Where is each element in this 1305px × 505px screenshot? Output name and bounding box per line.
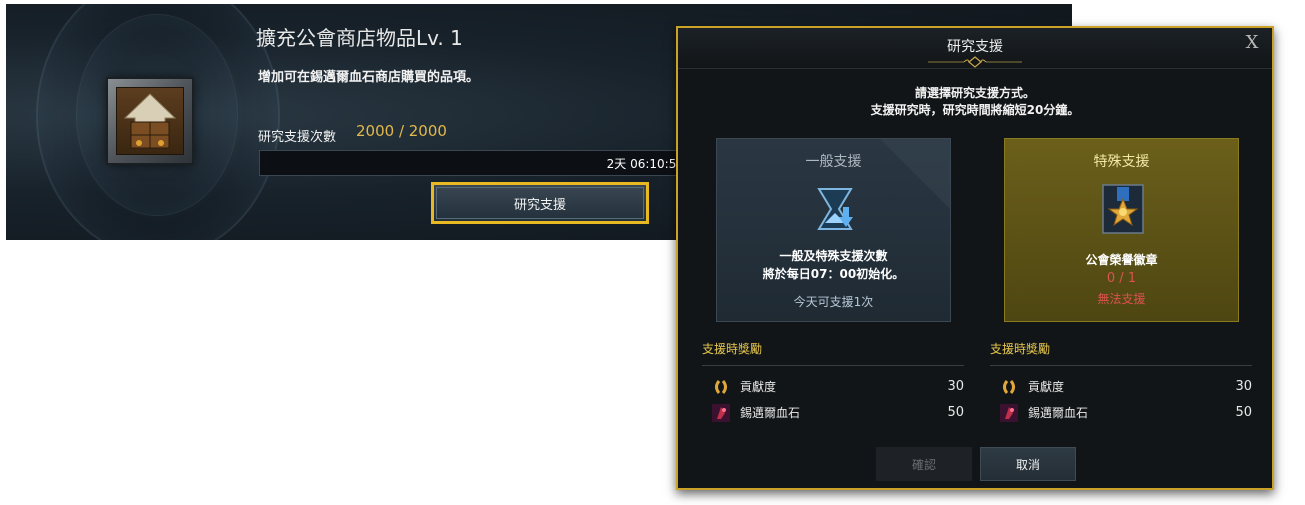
- cancel-button[interactable]: 取消: [980, 447, 1076, 481]
- special-support-item-name: 公會榮譽徽章: [1085, 253, 1158, 267]
- contribution-icon: [715, 380, 727, 394]
- normal-rewards: 支援時獎勵 貢獻度 30 錫邁爾血石 50: [702, 340, 964, 426]
- reward-row: 錫邁爾血石 50: [702, 400, 964, 426]
- special-support-item-count: 0 / 1: [1106, 271, 1137, 286]
- rewards-heading: 支援時獎勵: [990, 340, 1252, 366]
- reward-value: 50: [947, 405, 964, 420]
- reward-value: 30: [1235, 379, 1252, 394]
- header-divider: [678, 68, 1272, 69]
- reward-value: 30: [947, 379, 964, 394]
- support-count-label: 研究支援次數: [258, 130, 337, 145]
- reward-row: 貢獻度 30: [702, 374, 964, 400]
- instruction-line-1: 請選擇研究支援方式。: [914, 86, 1035, 100]
- shop-crate-icon: [116, 87, 184, 155]
- instruction-line-2: 支援研究時，研究時間將縮短20分鐘。: [870, 103, 1080, 117]
- dialog-title: 研究支援: [947, 39, 1003, 55]
- contribution-icon: [1003, 380, 1015, 394]
- normal-support-card[interactable]: 一般支援 一般及特殊支援次數 將於每日07：00初始化。 今天可支援1次: [716, 138, 951, 322]
- upgrade-title: 擴充公會商店物品Lv. 1: [256, 26, 463, 50]
- title-ornament-icon: [928, 56, 1022, 68]
- rewards-heading: 支援時獎勵: [702, 340, 964, 366]
- upgrade-description: 增加可在錫邁爾血石商店購買的品項。: [258, 70, 480, 85]
- bloodstone-icon: [712, 404, 730, 422]
- upgrade-item-icon: [108, 79, 192, 163]
- research-support-label: 研究支援: [513, 197, 566, 213]
- normal-support-title: 一般支援: [805, 154, 862, 170]
- normal-support-remaining: 今天可支援1次: [793, 295, 874, 309]
- special-support-card[interactable]: 特殊支援 公會榮譽徽章 0 / 1 無法支援: [1004, 138, 1239, 322]
- reward-label: 錫邁爾血石: [1028, 406, 1089, 420]
- reward-label: 貢獻度: [740, 380, 777, 394]
- normal-support-info-1: 一般及特殊支援次數: [779, 249, 888, 263]
- special-rewards: 支援時獎勵 貢獻度 30 錫邁爾血石 50: [990, 340, 1252, 426]
- research-support-dialog: 研究支援 X 請選擇研究支援方式。 支援研究時，研究時間將縮短20分鐘。 一般支…: [676, 26, 1274, 490]
- research-timer-bar: 2天 06:10:57: [259, 150, 691, 176]
- close-button[interactable]: X: [1242, 32, 1262, 54]
- reward-label: 貢獻度: [1028, 380, 1065, 394]
- normal-support-info-2: 將於每日07：00初始化。: [762, 267, 905, 281]
- reward-value: 50: [1235, 405, 1252, 420]
- special-support-title: 特殊支援: [1093, 154, 1150, 170]
- support-count-value: 2000 / 2000: [356, 122, 447, 140]
- hourglass-arrow-icon: [817, 188, 853, 230]
- special-support-status: 無法支援: [1097, 292, 1146, 306]
- confirm-button[interactable]: 確認: [876, 447, 972, 481]
- reward-row: 錫邁爾血石 50: [990, 400, 1252, 426]
- reward-label: 錫邁爾血石: [740, 406, 801, 420]
- guild-medal-icon: [1102, 184, 1144, 234]
- research-timer: 2天 06:10:57: [606, 157, 684, 171]
- research-support-button[interactable]: 研究支援: [431, 182, 649, 224]
- dialog-header: 研究支援 X: [678, 28, 1272, 68]
- reward-row: 貢獻度 30: [990, 374, 1252, 400]
- bloodstone-icon: [1000, 404, 1018, 422]
